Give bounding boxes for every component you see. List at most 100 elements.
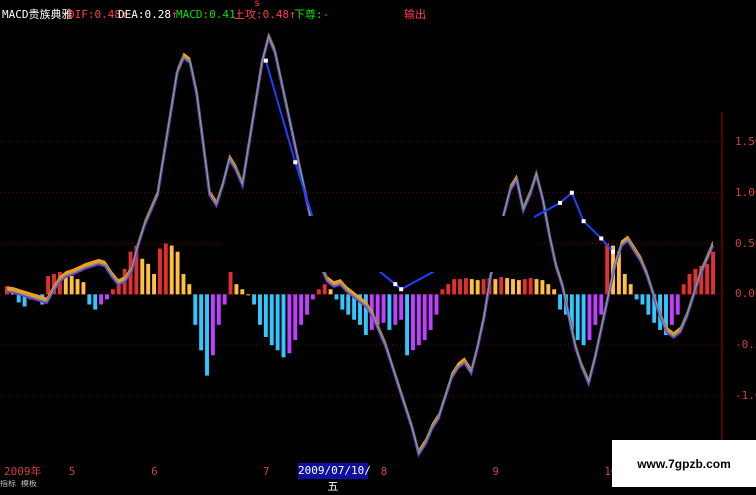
upper-marker bbox=[263, 58, 268, 63]
watermark: www.7gpzb.com bbox=[612, 440, 756, 487]
redacted-area-top bbox=[428, 0, 756, 112]
macd-bar bbox=[511, 279, 515, 295]
macd-bar bbox=[593, 294, 598, 325]
y-tick-label: 1.00 bbox=[735, 185, 756, 199]
macd-bar bbox=[428, 294, 433, 330]
macd-bar bbox=[140, 258, 145, 295]
macd-chart: s MACD贵族典雅 DIF:0.48↑ DEA:0.28↑ MACD:0.41… bbox=[0, 0, 756, 493]
macd-bar bbox=[169, 245, 174, 295]
macd-bar bbox=[81, 282, 86, 295]
macd-bar bbox=[310, 294, 315, 300]
macd-bar bbox=[669, 294, 674, 325]
macd-bar bbox=[440, 289, 445, 295]
macd-bar bbox=[252, 294, 257, 305]
macd-bar bbox=[269, 294, 274, 346]
macd-bar bbox=[416, 294, 421, 346]
macd-bar bbox=[411, 294, 415, 351]
macd-bar bbox=[493, 279, 498, 295]
macd-bar bbox=[110, 289, 115, 295]
y-tick-label: 1.50 bbox=[735, 134, 756, 148]
macd-bar bbox=[181, 274, 186, 295]
macd-bar bbox=[534, 279, 539, 295]
macd-bar bbox=[575, 294, 580, 341]
upper-readout: 上攻:0.48↑ bbox=[234, 8, 296, 22]
date-cursor-label: 2009/07/10/五 bbox=[298, 463, 371, 493]
macd-bar bbox=[546, 284, 551, 295]
macd-bar bbox=[152, 274, 156, 295]
macd-bar bbox=[528, 278, 533, 295]
macd-bar bbox=[387, 294, 392, 330]
macd-bar bbox=[622, 274, 627, 295]
macd-bar bbox=[434, 294, 439, 315]
macd-bar bbox=[263, 294, 268, 338]
output-label: 输出 bbox=[404, 8, 426, 21]
macd-bar bbox=[463, 278, 468, 295]
macd-bar bbox=[628, 284, 633, 295]
macd-bar bbox=[446, 284, 451, 295]
y-tick-label: -1.00 bbox=[735, 388, 756, 402]
macd-bar bbox=[146, 263, 151, 295]
macd-bar bbox=[293, 294, 298, 341]
macd-bar bbox=[199, 294, 204, 351]
macd-bar bbox=[228, 271, 233, 295]
y-tick-label: -0.50 bbox=[735, 338, 756, 352]
macd-bar bbox=[458, 279, 462, 295]
macd-bar bbox=[481, 279, 486, 295]
indicator-name: MACD贵族典雅 bbox=[2, 8, 73, 21]
dea-label: DEA:0.28 bbox=[118, 8, 171, 21]
macd-bar bbox=[287, 294, 292, 354]
macd-bar bbox=[240, 289, 245, 295]
macd-bar bbox=[452, 279, 457, 295]
x-tick-label: 7 bbox=[262, 465, 270, 478]
macd-bar bbox=[175, 251, 180, 295]
bottom-tab-text[interactable]: 指标 模板 bbox=[0, 480, 80, 487]
macd-bar bbox=[605, 243, 610, 295]
macd-label: MACD:0.41 bbox=[176, 8, 236, 21]
upper-marker bbox=[399, 287, 404, 292]
macd-bar bbox=[205, 294, 209, 376]
macd-bar bbox=[675, 294, 680, 315]
macd-bar bbox=[222, 294, 227, 305]
macd-bar bbox=[193, 294, 198, 325]
macd-bar bbox=[93, 294, 98, 310]
macd-bar bbox=[646, 294, 651, 315]
macd-bar bbox=[187, 284, 192, 295]
macd-bar bbox=[475, 280, 480, 295]
macd-bar bbox=[705, 263, 710, 295]
macd-bar bbox=[581, 294, 586, 346]
macd-bar bbox=[587, 294, 592, 341]
macd-bar bbox=[322, 284, 327, 295]
macd-bar bbox=[69, 276, 74, 295]
macd-readout: MACD:0.41↑ bbox=[176, 8, 242, 22]
macd-bar bbox=[210, 294, 215, 356]
macd-bar bbox=[163, 243, 168, 295]
macd-bar bbox=[405, 294, 410, 356]
upper-marker bbox=[611, 249, 616, 254]
upper-marker bbox=[599, 236, 604, 241]
macd-bar bbox=[499, 277, 504, 295]
upper-label: 上攻:0.48 bbox=[234, 8, 290, 21]
macd-bar bbox=[469, 279, 474, 295]
macd-bar bbox=[505, 278, 510, 295]
macd-bar bbox=[422, 294, 427, 341]
macd-bar bbox=[522, 279, 527, 295]
macd-bar bbox=[516, 280, 521, 295]
upper-marker bbox=[569, 190, 574, 195]
macd-bar bbox=[46, 276, 51, 295]
macd-bar bbox=[275, 294, 280, 351]
upper-marker bbox=[581, 219, 586, 224]
upper-marker bbox=[393, 282, 398, 287]
dif-label: DIF:0.48 bbox=[68, 8, 121, 21]
macd-bar bbox=[99, 294, 104, 305]
macd-bar bbox=[216, 294, 221, 325]
macd-bar bbox=[234, 284, 239, 295]
macd-bar bbox=[399, 294, 404, 320]
y-tick-label: 0.00 bbox=[735, 287, 756, 301]
macd-bar bbox=[305, 294, 309, 315]
macd-bar bbox=[681, 284, 686, 295]
x-tick-label: 6 bbox=[151, 465, 158, 478]
dea-readout: DEA:0.28↑ bbox=[118, 8, 178, 22]
x-tick-label: 5 bbox=[68, 465, 76, 478]
macd-bar bbox=[157, 248, 162, 295]
macd-bar bbox=[558, 294, 563, 310]
